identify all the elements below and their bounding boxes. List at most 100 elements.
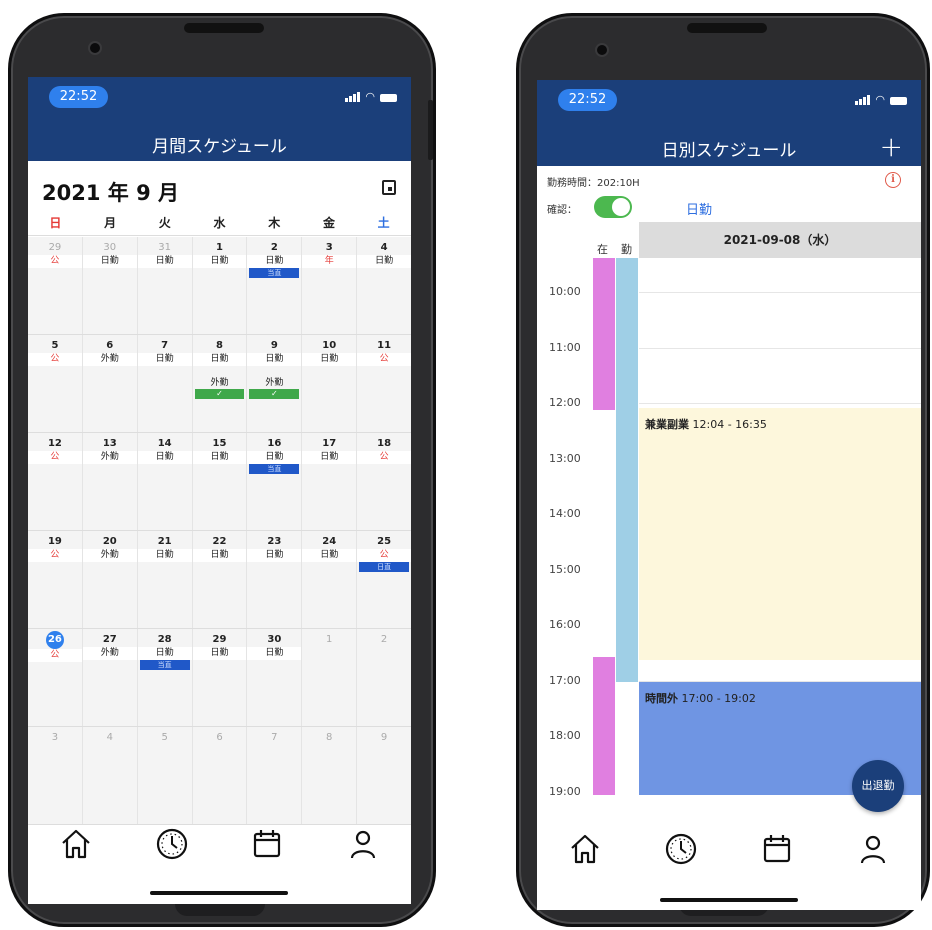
calendar-day-cell[interactable]: 16 日勤 当直 — [247, 433, 303, 530]
shift-label: 公 — [28, 353, 82, 366]
shift-label: 外勤 — [82, 353, 137, 366]
calendar-day-cell[interactable]: 6 外勤 — [82, 335, 138, 432]
presence-bar[interactable] — [593, 258, 615, 410]
calendar-picker-icon[interactable] — [382, 180, 396, 195]
nav-home[interactable] — [537, 832, 633, 872]
calendar-day-cell[interactable]: 23 日勤 — [247, 531, 303, 628]
shift-label: 公 — [357, 353, 411, 366]
calendar-day-cell[interactable]: 14 日勤 — [137, 433, 193, 530]
shift-label: 公 — [28, 451, 82, 464]
calendar-day-cell[interactable]: 12 公 — [28, 433, 83, 530]
shift-label: 日勤 — [192, 549, 247, 562]
calendar-day-cell[interactable]: 30 日勤 — [247, 629, 303, 726]
calendar-day-cell[interactable]: 13 外勤 — [82, 433, 138, 530]
calendar-day-cell[interactable]: 5 — [137, 727, 193, 824]
calendar-day-cell[interactable]: 2 日勤 当直 — [247, 237, 303, 334]
calendar-day-cell[interactable]: 22 日勤 — [192, 531, 248, 628]
day-number: 30 — [267, 634, 282, 645]
shift-label: 外勤 — [82, 647, 137, 660]
nav-profile[interactable] — [315, 827, 411, 867]
calendar-day-cell[interactable]: 24 日勤 — [302, 531, 358, 628]
calendar-day-cell[interactable]: 10 日勤 — [302, 335, 358, 432]
shift-label: 年 — [302, 255, 357, 268]
plus-icon[interactable]: + — [880, 133, 903, 161]
work-bar[interactable] — [616, 258, 638, 682]
duty-badge: 当直 — [249, 268, 300, 278]
calendar-day-cell[interactable]: 29 日勤 — [192, 629, 248, 726]
presence-column-header: 在 — [597, 243, 608, 256]
calendar-day-cell[interactable]: 11 公 — [357, 335, 411, 432]
home-indicator[interactable] — [150, 891, 288, 895]
calendar-week-row: 26 公 27 外勤 28 日勤 当直 29 日勤 30 日勤 1 2 — [28, 629, 411, 727]
calendar-day-cell[interactable]: 9 日勤 外勤 ✓ — [247, 335, 303, 432]
day-number: 8 — [326, 732, 333, 743]
calendar-day-cell[interactable]: 30 日勤 — [82, 237, 138, 334]
day-number: 25 — [377, 536, 392, 547]
calendar-day-cell[interactable]: 18 公 — [357, 433, 411, 530]
nav-calendar[interactable] — [729, 832, 825, 872]
calendar-day-cell[interactable]: 31 日勤 — [137, 237, 193, 334]
calendar-day-cell[interactable]: 20 外勤 — [82, 531, 138, 628]
hour-label: 18:00 — [549, 729, 581, 742]
day-number: 7 — [271, 732, 278, 743]
shift-label: 日勤 — [137, 353, 192, 366]
calendar-day-cell[interactable]: 28 日勤 当直 — [137, 629, 193, 726]
calendar-day-cell[interactable]: 4 日勤 — [357, 237, 411, 334]
shift-label: 日勤 — [137, 647, 192, 660]
weekday-label: 火 — [158, 216, 171, 230]
calendar-day-cell[interactable]: 15 日勤 — [192, 433, 248, 530]
calendar-day-cell[interactable]: 4 — [82, 727, 138, 824]
event-time: 12:04 - 16:35 — [692, 418, 767, 431]
calendar-day-cell[interactable]: 27 外勤 — [82, 629, 138, 726]
calendar-day-cell[interactable]: 1 日勤 — [192, 237, 248, 334]
nav-attendance[interactable] — [633, 832, 729, 872]
day-number: 22 — [212, 536, 227, 547]
day-number: 13 — [102, 438, 117, 449]
nav-home[interactable] — [28, 827, 124, 867]
day-number: 12 — [47, 438, 62, 449]
shift-label: 公 — [28, 549, 82, 562]
day-number: 9 — [270, 340, 278, 351]
event-side-job[interactable]: 兼業副業 12:04 - 16:35 — [639, 408, 921, 660]
calendar-day-cell[interactable]: 25 公日直 — [357, 531, 411, 628]
calendar-day-cell[interactable]: 17 日勤 — [302, 433, 358, 530]
nav-profile[interactable] — [825, 832, 921, 872]
calendar-day-cell[interactable]: 3年 — [302, 237, 358, 334]
signal-icon — [345, 92, 361, 102]
calendar-day-cell[interactable]: 3 — [28, 727, 83, 824]
check-badge: ✓ — [249, 389, 300, 399]
nav-calendar[interactable] — [220, 827, 316, 867]
presence-bar[interactable] — [593, 657, 615, 795]
hour-label: 16:00 — [549, 618, 581, 631]
calendar-day-cell[interactable]: 21 日勤 — [137, 531, 193, 628]
calendar-day-cell[interactable]: 8 — [302, 727, 358, 824]
calendar-day-cell[interactable]: 8 日勤 外勤 ✓ — [192, 335, 248, 432]
calendar-day-cell[interactable]: 7 日勤 — [137, 335, 193, 432]
calendar-grid: 29 公 30 日勤 31 日勤 1 日勤 2 日勤 当直 3 年 4 日勤 5 公 6 外勤 7 日勤 8 日勤 外勤 ✓ 9 日… — [28, 237, 411, 825]
calendar-day-cell[interactable]: 1 — [302, 629, 358, 726]
nav-attendance[interactable] — [124, 827, 220, 867]
info-icon[interactable]: i — [885, 172, 901, 188]
hour-label: 15:00 — [549, 562, 581, 576]
weekday-label: 金 — [322, 216, 335, 230]
calendar-day-cell[interactable]: 5公 — [28, 335, 83, 432]
page-title: 日別スケジュール — [661, 141, 797, 161]
shift-label: 日勤 — [82, 255, 137, 268]
calendar-day-cell[interactable]: 7 — [247, 727, 303, 824]
clock-in-out-button[interactable]: 出退勤 — [852, 760, 904, 812]
shift-label: 日勤 — [247, 647, 302, 660]
hour-label: 13:00 — [549, 451, 581, 465]
day-number: 17 — [322, 438, 337, 449]
day-number: 11 — [377, 340, 392, 351]
calendar-day-cell[interactable]: 2 — [357, 629, 411, 726]
day-number: 14 — [157, 438, 172, 449]
home-indicator[interactable] — [660, 898, 798, 902]
calendar-day-cell[interactable]: 26 公 — [28, 629, 83, 726]
calendar-day-cell[interactable]: 19 公 — [28, 531, 83, 628]
front-camera — [597, 45, 607, 55]
day-number: 8 — [216, 340, 223, 351]
calendar-day-cell[interactable]: 9 — [357, 727, 411, 824]
calendar-day-cell[interactable]: 6 — [192, 727, 248, 824]
confirm-toggle[interactable] — [594, 196, 632, 218]
calendar-day-cell[interactable]: 29 公 — [28, 237, 83, 334]
